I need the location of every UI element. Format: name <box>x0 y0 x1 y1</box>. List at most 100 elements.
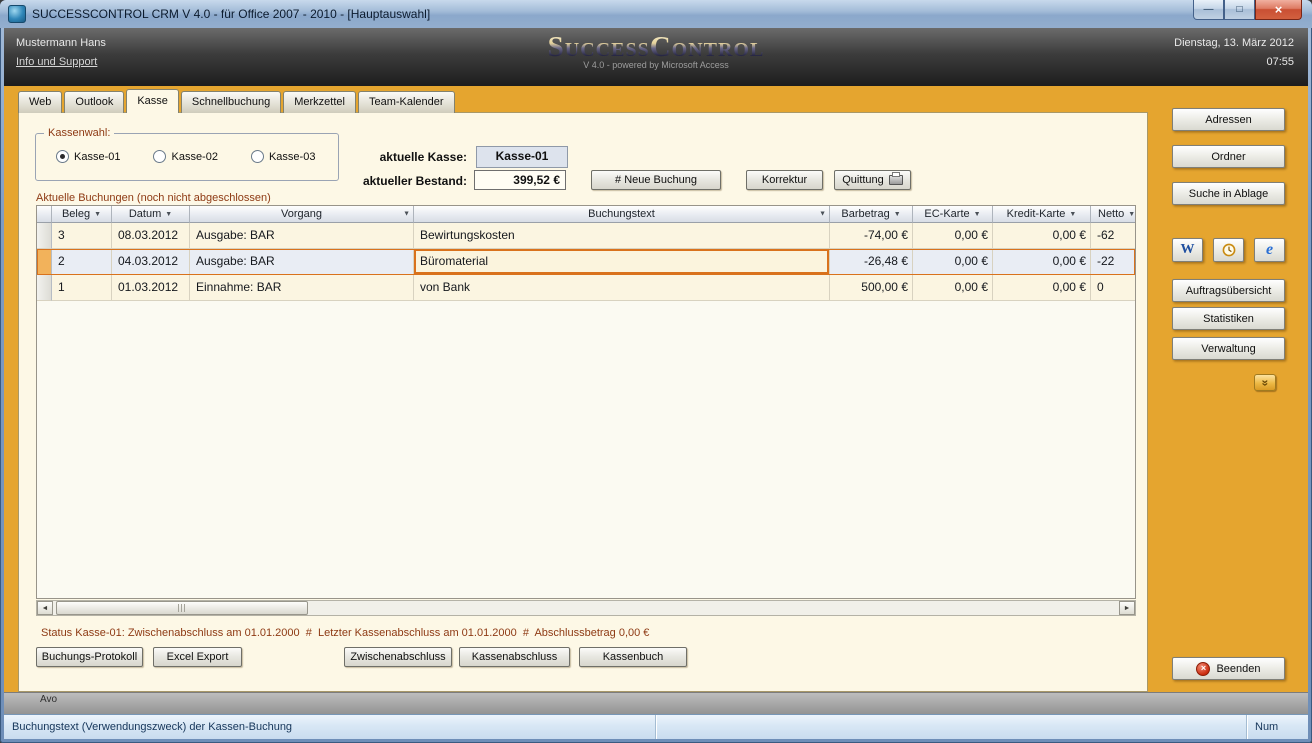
minimize-button[interactable]: — <box>1193 0 1224 20</box>
outlook-button[interactable] <box>1213 238 1244 262</box>
filter-arrow-icon[interactable]: ▼ <box>94 211 101 218</box>
excel-export-button[interactable]: Excel Export <box>153 647 242 667</box>
kassenabschluss-button[interactable]: Kassenabschluss <box>459 647 570 667</box>
cell-barbetrag[interactable]: -26,48 € <box>830 249 913 275</box>
cell-ec-karte[interactable]: 0,00 € <box>913 275 993 301</box>
auftragsuebersicht-button[interactable]: Auftragsübersicht <box>1172 279 1285 302</box>
cell-netto[interactable]: -22 <box>1091 249 1136 275</box>
quittung-button[interactable]: Quittung <box>834 170 911 190</box>
row-selector[interactable] <box>37 275 52 301</box>
cell-netto[interactable]: 0 <box>1091 275 1136 301</box>
column-header-kredit-karte[interactable]: Kredit-Karte▼ <box>993 206 1091 223</box>
adressen-button[interactable]: Adressen <box>1172 108 1285 131</box>
cell-barbetrag[interactable]: -74,00 € <box>830 223 913 249</box>
column-header-netto[interactable]: Netto▼ <box>1091 206 1136 223</box>
cell-vorgang[interactable]: Ausgabe: BAR <box>190 223 414 249</box>
table-row[interactable]: 1 01.03.2012 Einnahme: BAR von Bank 500,… <box>37 275 1135 301</box>
scroll-left-button[interactable]: ◄ <box>37 601 53 615</box>
column-header-ec-karte[interactable]: EC-Karte▼ <box>913 206 993 223</box>
kassenwahl-label: Kassenwahl: <box>44 127 114 139</box>
maximize-button[interactable]: □ <box>1224 0 1255 20</box>
tab-schnellbuchung[interactable]: Schnellbuchung <box>181 91 281 113</box>
cell-kredit-karte[interactable]: 0,00 € <box>993 275 1091 301</box>
korrektur-button[interactable]: Korrektur <box>746 170 823 190</box>
table-row[interactable]: 3 08.03.2012 Ausgabe: BAR Bewirtungskost… <box>37 223 1135 249</box>
cell-vorgang[interactable]: Einnahme: BAR <box>190 275 414 301</box>
filter-arrow-icon[interactable]: ▼ <box>974 211 981 218</box>
cell-ec-karte[interactable]: 0,00 € <box>913 223 993 249</box>
tab-merkzettel[interactable]: Merkzettel <box>283 91 356 113</box>
ie-button[interactable]: e <box>1254 238 1285 262</box>
cell-ec-karte[interactable]: 0,00 € <box>913 249 993 275</box>
radio-label: Kasse-01 <box>74 151 120 163</box>
kassenbuch-button[interactable]: Kassenbuch <box>579 647 687 667</box>
filter-arrow-icon[interactable]: ▼ <box>1069 211 1076 218</box>
verwaltung-button[interactable]: Verwaltung <box>1172 337 1285 360</box>
expand-chevron-button[interactable]: » <box>1254 374 1276 391</box>
thumb-grip-icon <box>178 604 187 612</box>
column-header-selector[interactable] <box>37 206 52 223</box>
office-icon-row: W e <box>1172 238 1285 262</box>
radio-kasse-03[interactable]: Kasse-03 <box>251 150 315 163</box>
outlook-clock-icon <box>1222 243 1236 257</box>
status-bar-message: Buchungstext (Verwendungszweck) der Kass… <box>4 715 656 739</box>
column-header-vorgang[interactable]: Vorgang▼ <box>190 206 414 223</box>
column-header-beleg[interactable]: Beleg▼ <box>52 206 112 223</box>
minimize-icon: — <box>1204 4 1214 15</box>
ordner-button[interactable]: Ordner <box>1172 145 1285 168</box>
cell-kredit-karte[interactable]: 0,00 € <box>993 223 1091 249</box>
cell-beleg[interactable]: 1 <box>52 275 112 301</box>
cell-datum[interactable]: 01.03.2012 <box>112 275 190 301</box>
cell-datum[interactable]: 08.03.2012 <box>112 223 190 249</box>
status-bar: Buchungstext (Verwendungszweck) der Kass… <box>4 714 1308 739</box>
scrollbar-track[interactable] <box>53 601 1119 615</box>
word-button[interactable]: W <box>1172 238 1203 262</box>
column-header-datum[interactable]: Datum▼ <box>112 206 190 223</box>
radio-kasse-01[interactable]: Kasse-01 <box>56 150 120 163</box>
cell-datum[interactable]: 04.03.2012 <box>112 249 190 275</box>
filter-arrow-icon[interactable]: ▼ <box>819 211 826 218</box>
aktuelle-kasse-value: Kasse-01 <box>476 146 568 168</box>
close-red-icon: × <box>1196 662 1210 676</box>
scrollbar-thumb[interactable] <box>56 601 308 615</box>
scroll-right-button[interactable]: ► <box>1119 601 1135 615</box>
cell-barbetrag[interactable]: 500,00 € <box>830 275 913 301</box>
statistiken-button[interactable]: Statistiken <box>1172 307 1285 330</box>
kassenwahl-group: Kassenwahl: Kasse-01 Kasse-02 Kasse-03 <box>35 133 339 181</box>
tab-outlook[interactable]: Outlook <box>64 91 124 113</box>
zwischenabschluss-button[interactable]: Zwischenabschluss <box>344 647 452 667</box>
cell-buchungstext-current[interactable]: Büromaterial <box>414 249 830 275</box>
tab-team-kalender[interactable]: Team-Kalender <box>358 91 455 113</box>
filter-arrow-icon[interactable]: ▼ <box>165 211 172 218</box>
table-row-selected[interactable]: 2 04.03.2012 Ausgabe: BAR Büromaterial -… <box>37 249 1135 275</box>
row-selector[interactable] <box>37 249 52 275</box>
form-footer-strip: Avo <box>4 692 1308 714</box>
filter-arrow-icon[interactable]: ▼ <box>1128 211 1135 218</box>
num-lock-indicator: Num <box>1246 715 1308 739</box>
cell-netto[interactable]: -62 <box>1091 223 1136 249</box>
filter-arrow-icon[interactable]: ▼ <box>403 211 410 218</box>
suche-in-ablage-button[interactable]: Suche in Ablage <box>1172 182 1285 205</box>
cell-buchungstext[interactable]: Bewirtungskosten <box>414 223 830 249</box>
column-header-buchungstext[interactable]: Buchungstext▼ <box>414 206 830 223</box>
radio-kasse-02[interactable]: Kasse-02 <box>153 150 217 163</box>
close-button[interactable]: × <box>1255 0 1302 20</box>
filter-arrow-icon[interactable]: ▼ <box>894 211 901 218</box>
radio-label: Kasse-02 <box>171 151 217 163</box>
row-selector[interactable] <box>37 223 52 249</box>
cell-buchungstext[interactable]: von Bank <box>414 275 830 301</box>
app-icon[interactable] <box>8 5 26 23</box>
tab-web[interactable]: Web <box>18 91 62 113</box>
beenden-button[interactable]: × Beenden <box>1172 657 1285 680</box>
horizontal-scrollbar[interactable]: ◄ ► <box>36 600 1136 616</box>
footer-fragment-text: Avo <box>40 694 57 705</box>
cell-beleg[interactable]: 3 <box>52 223 112 249</box>
neue-buchung-button[interactable]: # Neue Buchung <box>591 170 721 190</box>
column-header-barbetrag[interactable]: Barbetrag▼ <box>830 206 913 223</box>
cell-kredit-karte[interactable]: 0,00 € <box>993 249 1091 275</box>
cell-beleg[interactable]: 2 <box>52 249 112 275</box>
buchungs-protokoll-button[interactable]: Buchungs-Protokoll <box>36 647 143 667</box>
tab-kasse[interactable]: Kasse <box>126 89 179 113</box>
cell-vorgang[interactable]: Ausgabe: BAR <box>190 249 414 275</box>
buchungen-table: Beleg▼ Datum▼ Vorgang▼ Buchungstext▼ Bar… <box>36 205 1136 599</box>
